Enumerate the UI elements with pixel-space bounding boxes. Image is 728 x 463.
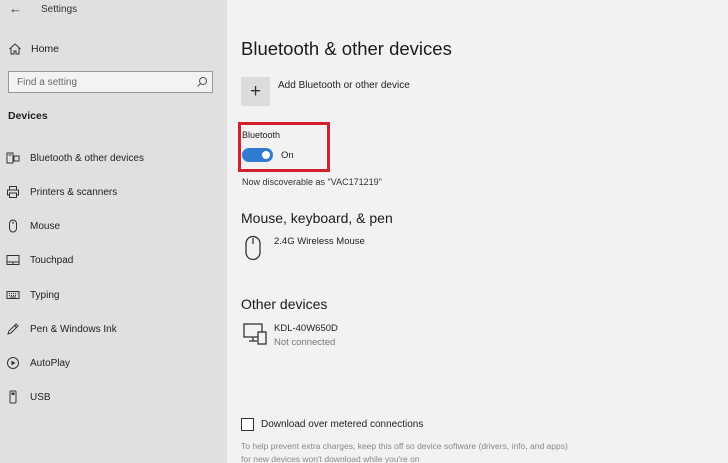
- sidebar-item-label: Bluetooth & other devices: [30, 152, 144, 164]
- metered-help-text: To help prevent extra charges, keep this…: [241, 441, 568, 463]
- display-device-icon[interactable]: [243, 323, 267, 345]
- mouse-icon: [9, 219, 17, 233]
- sidebar-item-label: Printers & scanners: [30, 186, 118, 198]
- toggle-knob: [262, 151, 270, 159]
- sidebar-item-touchpad[interactable]: Touchpad: [6, 251, 221, 269]
- sidebar-item-autoplay[interactable]: AutoPlay: [6, 354, 221, 372]
- device-status: Not connected: [274, 337, 336, 348]
- usb-icon: [9, 390, 17, 404]
- plus-icon: +: [249, 81, 262, 102]
- touchpad-icon: [6, 255, 20, 265]
- autoplay-icon: [7, 357, 19, 369]
- sidebar-item-label: Mouse: [30, 220, 61, 232]
- sidebar-item-label: AutoPlay: [30, 357, 71, 369]
- sidebar-item-bluetooth[interactable]: Bluetooth & other devices: [6, 149, 221, 167]
- pen-icon: [7, 323, 19, 335]
- sidebar-item-label: Touchpad: [30, 254, 74, 266]
- search-icon[interactable]: [196, 76, 208, 88]
- bluetooth-toggle[interactable]: [242, 148, 273, 162]
- sidebar-item-label: Typing: [30, 289, 60, 301]
- bluetooth-devices-icon: [6, 152, 20, 164]
- mouse-icon[interactable]: [243, 235, 263, 261]
- home-nav-item[interactable]: Home: [8, 42, 59, 56]
- sidebar-item-pen[interactable]: Pen & Windows Ink: [6, 320, 221, 338]
- page-title: Bluetooth & other devices: [241, 38, 452, 59]
- bluetooth-label: Bluetooth: [242, 130, 281, 140]
- section-title-mouse-keyboard-pen: Mouse, keyboard, & pen: [241, 210, 393, 226]
- metered-download-checkbox[interactable]: [241, 418, 254, 431]
- sidebar-item-printers[interactable]: Printers & scanners: [6, 183, 221, 201]
- back-arrow-icon[interactable]: ←: [9, 2, 23, 16]
- bluetooth-toggle-state: On: [281, 150, 294, 161]
- add-device-button[interactable]: +: [241, 77, 270, 106]
- main-content: Bluetooth & other devices + Add Bluetoot…: [227, 0, 728, 463]
- section-title-other-devices: Other devices: [241, 296, 328, 312]
- keyboard-icon: [6, 291, 20, 299]
- add-device-label[interactable]: Add Bluetooth or other device: [278, 80, 410, 91]
- sidebar: ← Settings Home Devices Bluetooth & othe…: [0, 0, 227, 463]
- search-box[interactable]: [8, 71, 213, 93]
- discoverable-text: Now discoverable as "VAC171219": [242, 177, 382, 187]
- sidebar-item-typing[interactable]: Typing: [6, 286, 221, 304]
- search-input[interactable]: [9, 72, 189, 92]
- metered-download-label[interactable]: Download over metered connections: [261, 419, 423, 430]
- section-title-devices: Devices: [8, 110, 48, 122]
- device-name[interactable]: KDL-40W650D: [274, 323, 338, 334]
- sidebar-item-usb[interactable]: USB: [6, 388, 221, 406]
- device-name[interactable]: 2.4G Wireless Mouse: [274, 236, 365, 247]
- sidebar-item-label: Pen & Windows Ink: [30, 323, 117, 335]
- window-title: Settings: [41, 4, 78, 15]
- sidebar-item-mouse[interactable]: Mouse: [6, 217, 221, 235]
- home-icon: [9, 43, 21, 55]
- sidebar-item-label: USB: [30, 391, 51, 403]
- home-label: Home: [31, 43, 60, 55]
- printer-icon: [7, 186, 19, 198]
